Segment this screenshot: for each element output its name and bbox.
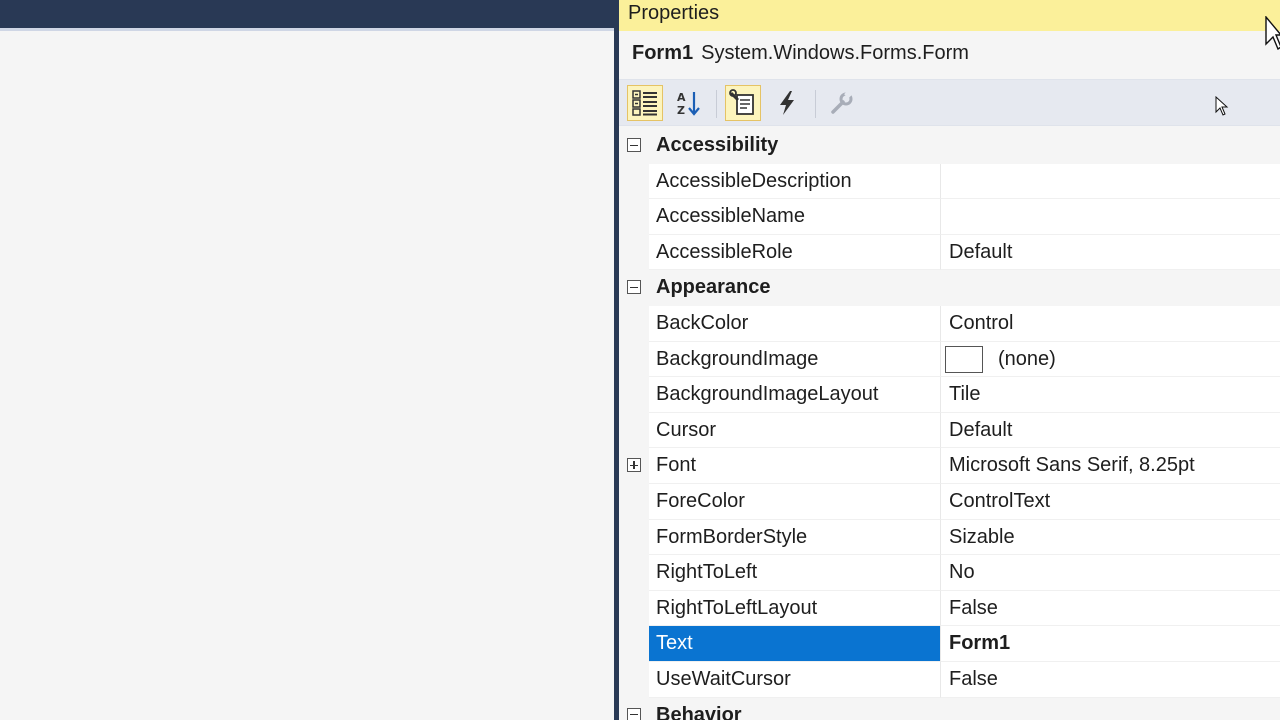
- object-name: Form1: [632, 42, 694, 64]
- category-label: Behavior: [656, 703, 742, 720]
- property-name: BackColor: [656, 311, 749, 334]
- property-value: False: [949, 667, 998, 690]
- properties-button[interactable]: [725, 85, 761, 121]
- properties-window: Properties Form1 System.Windows.Forms.For…: [619, 0, 1280, 720]
- property-value: Form1: [949, 632, 1011, 655]
- categorized-button[interactable]: [627, 85, 663, 121]
- property-name: AccessibleDescription: [656, 169, 852, 192]
- property-name: BackgroundImage: [656, 347, 819, 370]
- property-value: Microsoft Sans Serif, 8.25pt: [949, 454, 1195, 477]
- property-value-field[interactable]: False: [941, 661, 1280, 698]
- property-value: ControlText: [949, 489, 1051, 512]
- property-name: ForeColor: [656, 489, 745, 512]
- property-name: AccessibleRole: [656, 240, 793, 263]
- property-row-accessiblerole[interactable]: AccessibleRole Default: [619, 234, 1280, 271]
- property-value-field[interactable]: Sizable: [941, 519, 1280, 556]
- property-name: Font: [656, 454, 697, 477]
- property-row-forecolor[interactable]: ForeColor ControlText: [619, 483, 1280, 520]
- property-row-backgroundimage[interactable]: BackgroundImage (none): [619, 341, 1280, 378]
- property-value-field[interactable]: Tile: [941, 377, 1280, 413]
- property-row-accessibledescription[interactable]: AccessibleDescription: [619, 163, 1280, 200]
- collapse-icon[interactable]: [627, 707, 641, 720]
- property-value-field[interactable]: [941, 199, 1280, 235]
- categorized-icon: [632, 90, 657, 116]
- property-row-text[interactable]: Text Form1: [619, 626, 1280, 662]
- category-label: Appearance: [656, 276, 771, 299]
- collapse-icon[interactable]: [627, 138, 641, 152]
- property-name: AccessibleName: [656, 205, 805, 228]
- properties-title-bar[interactable]: Properties: [619, 0, 1280, 31]
- property-value: Tile: [949, 383, 981, 406]
- category-label: Accessibility: [656, 134, 779, 156]
- property-name: RightToLeftLayout: [656, 596, 818, 619]
- category-row-behavior[interactable]: Behavior: [619, 697, 1280, 720]
- alphabetical-icon: A Z: [677, 91, 700, 117]
- property-row-cursor[interactable]: Cursor Default: [619, 412, 1280, 449]
- property-row-accessiblename[interactable]: AccessibleName: [619, 199, 1280, 235]
- property-value-field[interactable]: ControlText: [941, 483, 1280, 520]
- property-value: Default: [949, 240, 1013, 263]
- image-preview-swatch: [945, 345, 983, 373]
- properties-icon: [729, 89, 754, 115]
- property-pages-button: [824, 85, 860, 121]
- object-selector[interactable]: Form1 System.Windows.Forms.Form: [632, 42, 969, 65]
- lightning-icon: [780, 91, 794, 115]
- toolbar-separator: [815, 90, 816, 118]
- property-row-backcolor[interactable]: BackColor Control: [619, 305, 1280, 342]
- mouse-pointer-icon: [1215, 96, 1229, 116]
- property-row-usewaitcursor[interactable]: UseWaitCursor False: [619, 661, 1280, 698]
- property-value-field[interactable]: False: [941, 590, 1280, 627]
- events-button[interactable]: [769, 85, 805, 121]
- properties-title: Properties: [628, 2, 720, 24]
- svg-text:A: A: [677, 91, 686, 104]
- property-row-righttoleft[interactable]: RightToLeft No: [619, 555, 1280, 591]
- property-row-righttoleftlayout[interactable]: RightToLeftLayout False: [619, 590, 1280, 627]
- property-value: False: [949, 596, 998, 619]
- category-row-appearance[interactable]: Appearance: [619, 270, 1280, 306]
- property-name: Text: [656, 632, 693, 655]
- wrench-icon: [831, 90, 853, 114]
- property-name: FormBorderStyle: [656, 525, 808, 548]
- property-value-field[interactable]: Form1: [941, 626, 1280, 662]
- property-value-field[interactable]: Default: [941, 234, 1280, 271]
- property-value: Default: [949, 418, 1013, 441]
- property-row-font[interactable]: Font Microsoft Sans Serif, 8.25pt: [619, 448, 1280, 484]
- property-value-field[interactable]: Microsoft Sans Serif, 8.25pt: [941, 448, 1280, 484]
- property-row-formborderstyle[interactable]: FormBorderStyle Sizable: [619, 519, 1280, 556]
- property-name: Cursor: [656, 418, 717, 441]
- property-value-field[interactable]: No: [941, 555, 1280, 591]
- designer-area: [0, 0, 614, 720]
- property-value: Sizable: [949, 525, 1015, 548]
- alphabetical-button[interactable]: A Z: [671, 85, 707, 121]
- property-name: BackgroundImageLayout: [656, 383, 879, 406]
- property-value-field[interactable]: (none): [941, 341, 1280, 378]
- property-value: (none): [998, 347, 1056, 370]
- designer-title-bar: [0, 0, 614, 28]
- property-name: UseWaitCursor: [656, 667, 791, 690]
- property-value-field[interactable]: [941, 163, 1280, 200]
- property-row-backgroundimagelayout[interactable]: BackgroundImageLayout Tile: [619, 377, 1280, 413]
- designer-tab-strip: [0, 28, 614, 31]
- svg-text:Z: Z: [677, 104, 685, 117]
- property-value-field[interactable]: Control: [941, 305, 1280, 342]
- object-type: System.Windows.Forms.Form: [701, 42, 969, 64]
- collapse-icon[interactable]: [627, 280, 641, 295]
- property-grid: Accessibility AccessibleDescription Acce…: [619, 128, 1280, 720]
- properties-toolbar: A Z: [619, 79, 1280, 126]
- property-value-field[interactable]: Default: [941, 412, 1280, 449]
- property-name: RightToLeft: [656, 561, 758, 584]
- expand-icon[interactable]: [627, 458, 641, 473]
- mouse-pointer-icon: [1265, 16, 1280, 50]
- property-value: Control: [949, 311, 1014, 334]
- toolbar-separator: [716, 90, 717, 118]
- category-row-accessibility[interactable]: Accessibility: [619, 128, 1280, 164]
- property-value: No: [949, 561, 975, 584]
